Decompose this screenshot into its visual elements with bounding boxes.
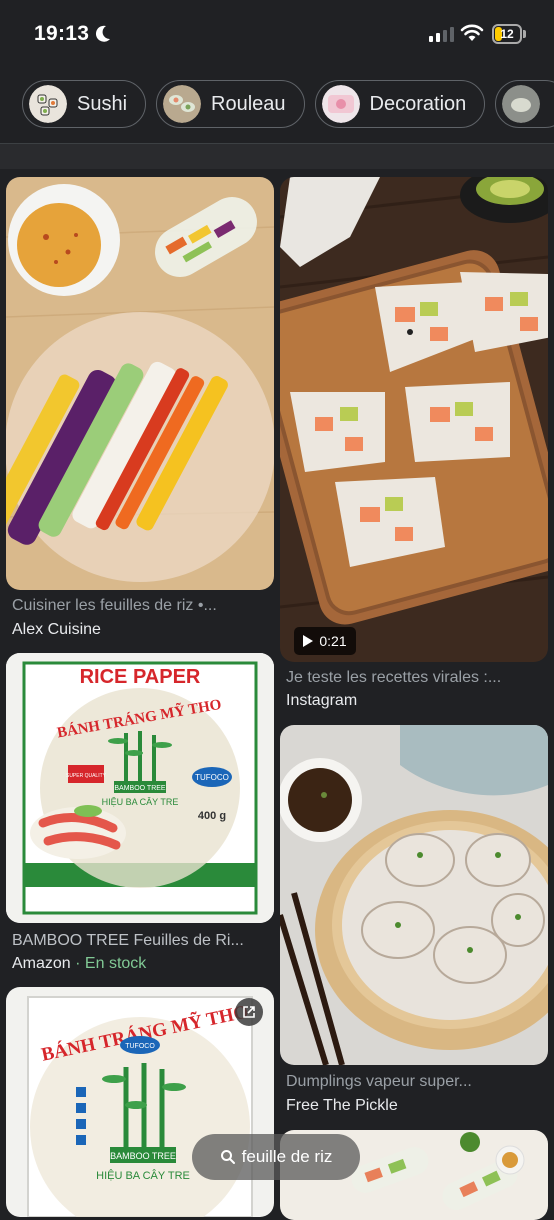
result-source-name: Amazon <box>12 955 71 972</box>
pack-sub: HIỆU BA CÂY TRE <box>102 797 179 807</box>
result-source-2: Instagram <box>286 692 358 709</box>
related-chips: Sushi Rouleau Decoration <box>22 80 554 130</box>
result-image-5[interactable]: BÁNH TRÁNG MỸ THO TUFOCO BAMBOO TREE HIỆ… <box>6 987 274 1217</box>
chip-label: Rouleau <box>211 92 286 115</box>
result-source-3: Amazon · En stock <box>12 955 146 973</box>
chip-more[interactable] <box>495 80 554 128</box>
pack-header: RICE PAPER <box>80 666 201 688</box>
result-source-1: Alex Cuisine <box>12 621 101 638</box>
stock-status: · En stock <box>75 955 147 972</box>
battery-icon: 12 <box>492 24 522 44</box>
search-icon <box>220 1150 235 1164</box>
video-duration: 0:21 <box>319 633 347 649</box>
pack-weight: 400 g <box>198 810 226 822</box>
result-title-3[interactable]: BAMBOO TREE Feuilles de Ri... <box>12 932 272 950</box>
result-image-3[interactable]: RICE PAPER BÁNH TRÁNG MỸ THO BAMBOO TREE… <box>6 653 274 923</box>
video-duration-badge: 0:21 <box>294 627 356 655</box>
chips-divider <box>0 143 554 169</box>
play-icon <box>303 635 314 647</box>
pack-quality: SUPER QUALITY <box>66 773 107 779</box>
dumplings-photo <box>280 725 548 1065</box>
moon-icon <box>95 25 110 42</box>
pack2-sub: HIỆU BA CÂY TRE <box>96 1169 190 1182</box>
pack-bamboo: BAMBOO TREE <box>114 785 166 792</box>
open-external-icon <box>243 1006 255 1018</box>
rice-chips-photo <box>280 177 548 662</box>
chip-label: Decoration <box>369 92 467 115</box>
result-title-4[interactable]: Dumplings vapeur super... <box>286 1073 546 1091</box>
chip-sushi[interactable]: Sushi <box>22 80 147 128</box>
pack2-bamboo: BAMBOO TREE <box>110 1151 176 1161</box>
result-source-4: Free The Pickle <box>286 1097 398 1114</box>
rice-paper-pack-2-photo: BÁNH TRÁNG MỸ THO TUFOCO BAMBOO TREE HIỆ… <box>6 987 274 1217</box>
result-image-1[interactable] <box>6 177 274 590</box>
sushi-thumbnail <box>29 85 67 123</box>
open-external-button[interactable] <box>235 998 263 1026</box>
decoration-thumbnail <box>321 85 360 123</box>
chip-decoration[interactable]: Decoration <box>314 80 486 128</box>
roll-thumbnail <box>163 85 202 123</box>
rice-paper-pack-photo: RICE PAPER BÁNH TRÁNG MỸ THO BAMBOO TREE… <box>6 653 274 923</box>
result-title-2[interactable]: Je teste les recettes virales :... <box>286 669 546 687</box>
status-bar: 19:13 12 <box>0 0 554 64</box>
signal-icon <box>429 26 454 42</box>
result-image-4[interactable] <box>280 725 548 1065</box>
chip-rouleau[interactable]: Rouleau <box>156 80 305 128</box>
search-query: feuille de riz <box>241 1147 333 1166</box>
wifi-icon <box>460 24 484 41</box>
pack-logo: TUFOCO <box>195 773 229 782</box>
status-time: 19:13 <box>34 22 90 45</box>
pack2-logo: TUFOCO <box>125 1043 155 1050</box>
chip-label: Sushi <box>77 92 128 115</box>
battery-level: 12 <box>500 27 514 41</box>
spring-roll-photo <box>6 177 274 590</box>
more-thumbnail <box>502 85 541 123</box>
result-image-2[interactable] <box>280 177 548 662</box>
result-title-1[interactable]: Cuisiner les feuilles de riz •... <box>12 597 272 615</box>
search-query-pill[interactable]: feuille de riz <box>192 1134 360 1180</box>
